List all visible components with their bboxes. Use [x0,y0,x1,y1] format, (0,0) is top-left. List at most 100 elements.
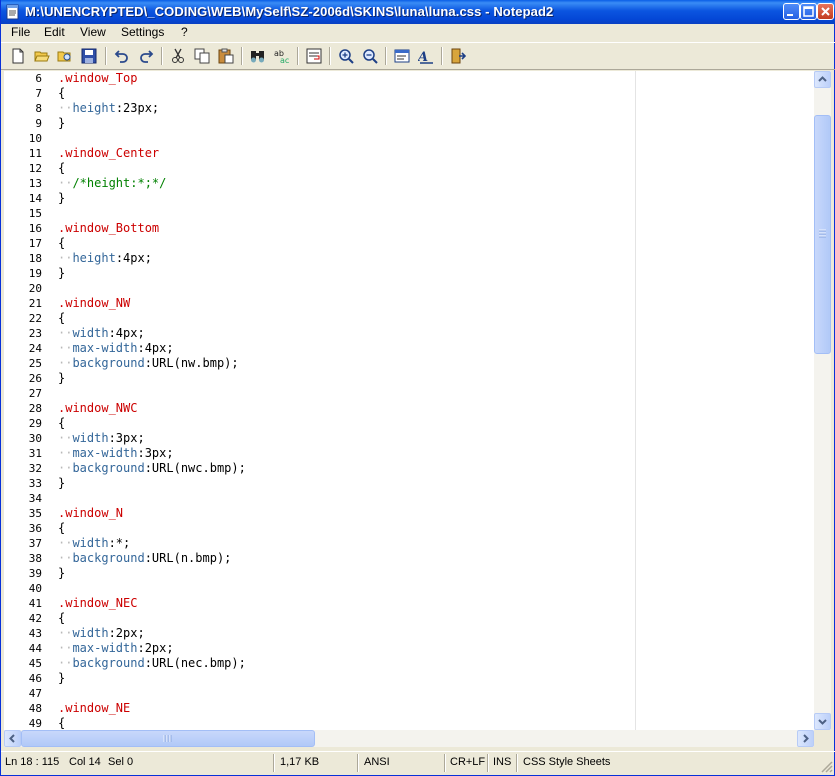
css-property: background [72,356,145,370]
undo-button[interactable] [111,46,133,66]
css-value: :4px; [137,341,174,355]
paste-button[interactable] [215,46,237,66]
code-editor[interactable]: 6 7 8 9 10 11 12 13 14 15 16 17 18 19 20 21 22 23 24 25 26 27… [4,71,814,730]
maximize-button[interactable] [800,3,817,20]
whitespace-marker: ·· [58,446,73,460]
menu-view[interactable]: View [80,25,106,39]
whitespace-marker: ·· [58,551,73,565]
status-scheme[interactable]: CSS Style Sheets [523,756,610,768]
cut-button[interactable] [167,46,189,66]
title-bar[interactable]: M:\UNENCRYPTED\_CODING\WEB\MySelf\SZ-200… [1,0,835,24]
whitespace-marker: ·· [58,341,73,355]
css-property: max-width [72,641,138,655]
css-brace: } [58,116,66,130]
maximize-icon [803,6,814,17]
code-line: } [58,116,65,131]
line-number: 39 [28,567,42,580]
zoom-out-icon [363,49,378,64]
browse-button[interactable] [54,46,76,66]
css-brace: } [58,671,66,685]
css-value: :23px; [115,101,160,115]
code-line: ··background:URL(n.bmp); [58,551,231,566]
replace-icon: abac [274,49,289,64]
save-button[interactable] [78,46,100,66]
toolbar-separator [161,47,163,65]
css-property: width [72,431,109,445]
css-selector: .window_NE [58,701,131,715]
scroll-right-button[interactable] [797,730,814,747]
zoom-out-button[interactable] [359,46,381,66]
open-button[interactable] [31,46,53,66]
vertical-scrollbar[interactable] [814,71,831,730]
save-icon [81,48,97,64]
customize-scheme-icon: A [418,50,433,64]
line-number: 14 [28,192,42,205]
css-brace: { [58,236,66,250]
menu-file[interactable]: File [11,25,30,39]
resize-grip-icon[interactable] [820,760,833,773]
arrow-right-icon [803,734,809,743]
menu-bar: File Edit View Settings ? [1,24,835,42]
status-column: Col 14 [69,756,101,768]
exit-button[interactable] [447,46,469,66]
find-button[interactable] [247,46,269,66]
line-number: 36 [28,522,42,535]
css-value: :2px; [137,641,174,655]
horizontal-scroll-thumb[interactable] [21,730,315,747]
scheme-button[interactable] [391,46,413,66]
toolbar-separator [105,47,107,65]
whitespace-marker: ·· [58,176,73,190]
status-insert-mode[interactable]: INS [493,756,511,768]
scroll-left-button[interactable] [4,730,21,747]
zoom-in-icon [339,49,354,64]
redo-button[interactable] [135,46,157,66]
css-property: background [72,656,145,670]
css-value: :URL(nec.bmp); [144,656,246,670]
scroll-down-button[interactable] [814,713,831,730]
scroll-up-button[interactable] [814,71,831,88]
css-value: :3px; [137,446,174,460]
code-line: { [58,236,65,251]
menu-edit[interactable]: Edit [44,25,65,39]
notepad-app-icon[interactable] [6,4,20,20]
line-number: 32 [28,462,42,475]
code-line: ··width:*; [58,536,130,551]
css-brace: { [58,86,66,100]
line-number: 21 [28,297,42,310]
line-number: 40 [28,582,42,595]
line-number: 25 [28,357,42,370]
whitespace-marker: ·· [58,356,73,370]
line-number: 38 [28,552,42,565]
horizontal-scrollbar[interactable] [4,730,814,747]
vertical-scroll-thumb[interactable] [814,115,831,354]
css-brace: } [58,191,66,205]
status-line-endings[interactable]: CR+LF [450,756,485,768]
code-line: ··width:3px; [58,431,145,446]
css-selector: .window_Bottom [58,221,160,235]
css-property: height [72,251,116,265]
menu-settings[interactable]: Settings [121,25,164,39]
line-number: 44 [28,642,42,655]
css-brace: } [58,371,66,385]
minimize-button[interactable] [783,3,800,20]
zoom-in-button[interactable] [335,46,357,66]
new-button[interactable] [7,46,29,66]
css-brace: } [58,566,66,580]
line-number: 49 [28,717,42,730]
css-property: height [72,101,116,115]
css-selector: .window_NWC [58,401,138,415]
replace-button[interactable]: ab ac [271,46,293,66]
minimize-icon [787,14,793,16]
status-line: Ln 18 : 115 [5,756,60,768]
code-line: { [58,416,65,431]
word-wrap-button[interactable] [303,46,325,66]
css-value: :URL(nw.bmp); [144,356,239,370]
customize-scheme-button[interactable]: A [415,46,437,66]
menu-help[interactable]: ? [181,25,188,39]
line-number: 33 [28,477,42,490]
status-selection: Sel 0 [108,756,134,768]
status-encoding[interactable]: ANSI [364,756,390,768]
svg-text:ac: ac [280,56,289,64]
copy-button[interactable] [191,46,213,66]
close-button[interactable] [817,3,834,20]
